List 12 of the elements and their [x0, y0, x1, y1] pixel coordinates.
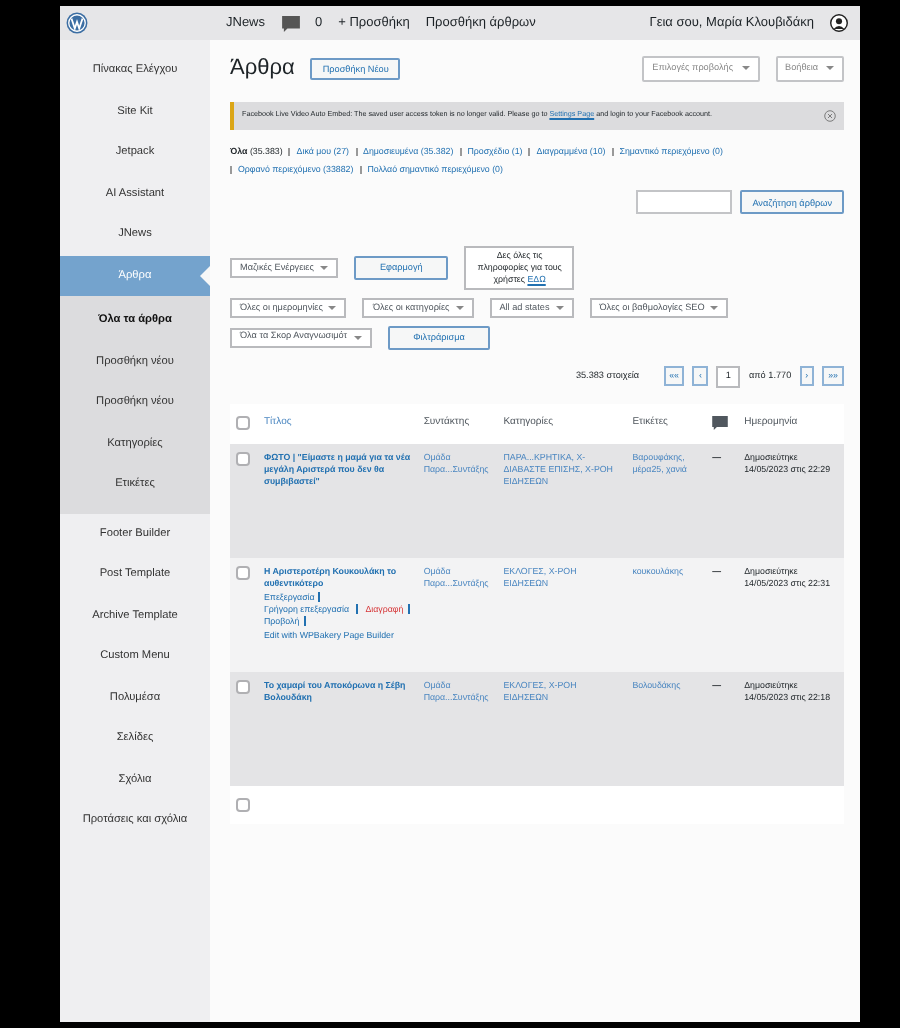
dismiss-icon[interactable] [824, 109, 836, 121]
comment-icon [712, 415, 729, 430]
row-checkbox[interactable] [236, 679, 250, 694]
row-checkbox[interactable] [236, 797, 250, 812]
row-checkbox[interactable] [236, 451, 250, 466]
avatar-icon[interactable] [830, 14, 848, 32]
search-field[interactable] [636, 190, 733, 215]
wordpress-logo[interactable] [66, 12, 88, 34]
page-title: Άρθρα [230, 54, 295, 84]
row-checkbox[interactable] [236, 415, 250, 430]
row-checkbox[interactable] [236, 565, 250, 580]
comment-icon[interactable] [281, 15, 300, 31]
